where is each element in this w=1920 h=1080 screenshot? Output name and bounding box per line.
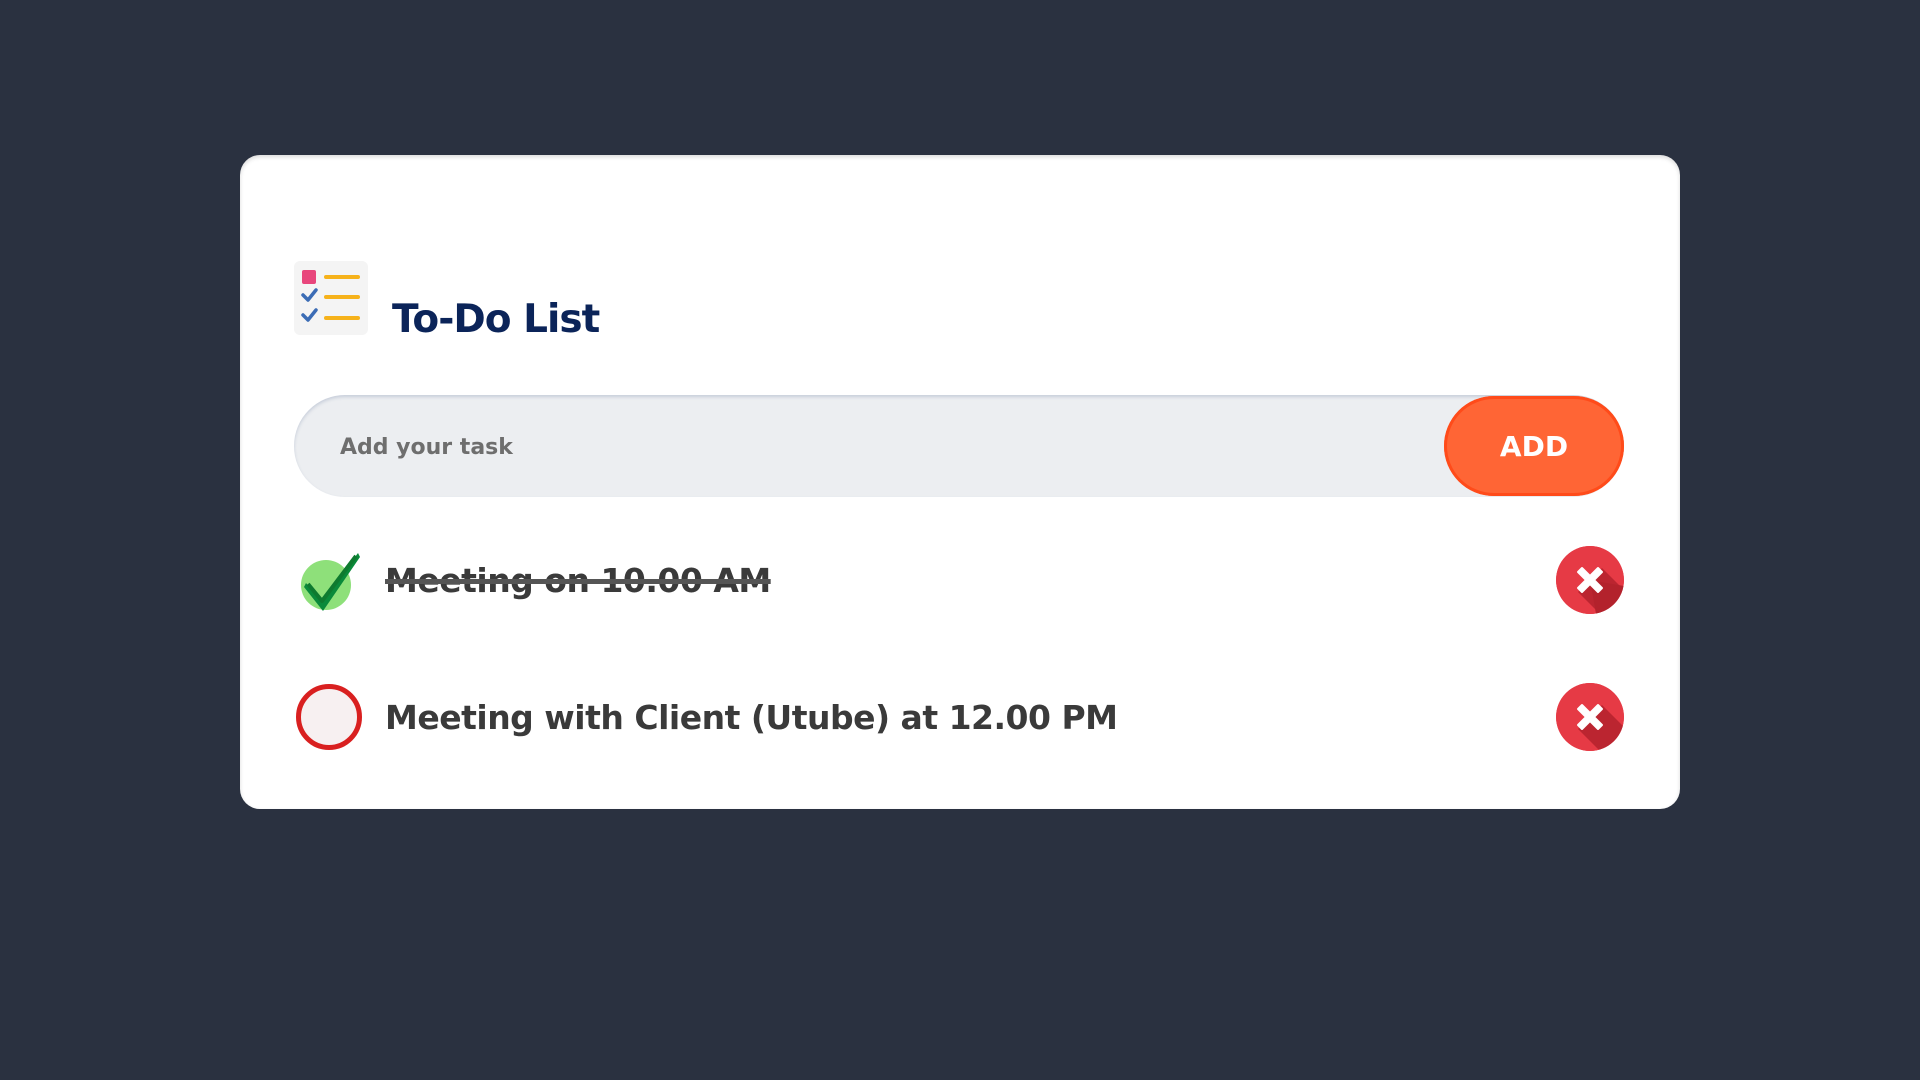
empty-circle-icon[interactable] xyxy=(294,682,364,752)
task-input[interactable] xyxy=(338,395,1422,499)
checklist-icon xyxy=(294,261,368,335)
delete-button[interactable] xyxy=(1556,683,1624,751)
task-text[interactable]: Meeting on 10.00 AM xyxy=(385,561,771,600)
add-task-bar: ADD xyxy=(294,395,1624,499)
page-title: To-Do List xyxy=(392,297,600,342)
close-icon xyxy=(1556,683,1624,751)
task-text[interactable]: Meeting with Client (Utube) at 12.00 PM xyxy=(385,698,1118,737)
todo-card: To-Do List ADD Meeting on 10.00 AM xyxy=(240,155,1680,809)
add-button[interactable]: ADD xyxy=(1444,396,1624,496)
header: To-Do List xyxy=(294,261,600,339)
task-item[interactable]: Meeting on 10.00 AM xyxy=(294,545,1624,615)
task-item[interactable]: Meeting with Client (Utube) at 12.00 PM xyxy=(294,682,1624,752)
delete-button[interactable] xyxy=(1556,546,1624,614)
close-icon xyxy=(1556,546,1624,614)
checkmark-icon[interactable] xyxy=(294,545,364,615)
